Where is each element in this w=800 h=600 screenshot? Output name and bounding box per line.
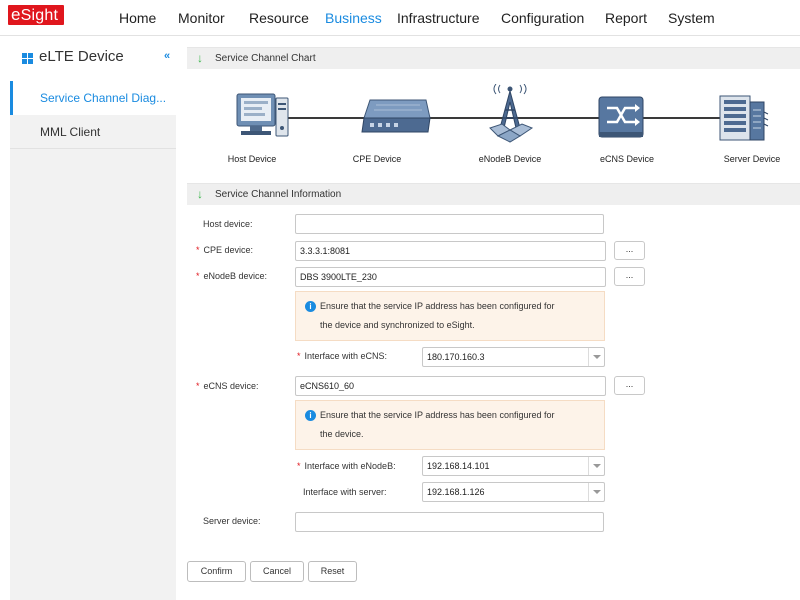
node-label-ecns-device: eCNS Device	[599, 154, 655, 164]
ecns-ip-notice: i Ensure that the service IP address has…	[295, 400, 605, 450]
node-label-cpe-device: CPE Device	[352, 154, 402, 164]
interface-with-server-label: Interface with server:	[303, 487, 387, 497]
required-asterisk: *	[297, 461, 301, 471]
esight-logo[interactable]: eSight	[8, 5, 64, 25]
confirm-button[interactable]: Confirm	[187, 561, 246, 582]
node-label-enodeb-device: eNodeB Device	[478, 154, 542, 164]
selected-value: 192.168.1.126	[427, 487, 485, 497]
chevron-down-icon[interactable]	[588, 457, 604, 475]
section-header-service-channel-chart[interactable]: ↓ Service Channel Chart	[187, 47, 800, 69]
collapse-sidebar-icon[interactable]: «	[164, 50, 170, 62]
expand-arrow-icon[interactable]: ↓	[197, 48, 203, 69]
nav-resource[interactable]: Resource	[249, 0, 309, 36]
nav-infrastructure[interactable]: Infrastructure	[397, 0, 479, 36]
enodeb-device-label-text: eNodeB device:	[203, 271, 268, 281]
interface-with-enodeb-label-text: Interface with eNodeB:	[304, 461, 396, 471]
top-navigation-bar: eSight Home Monitor Resource Business In…	[0, 0, 800, 36]
enodeb-ip-notice: i Ensure that the service IP address has…	[295, 291, 605, 341]
reset-button[interactable]: Reset	[308, 561, 357, 582]
expand-arrow-icon[interactable]: ↓	[197, 184, 203, 205]
ecns-device-label-text: eCNS device:	[203, 381, 259, 391]
required-asterisk: *	[297, 351, 301, 361]
host-device-icon[interactable]	[232, 90, 292, 142]
interface-with-enodeb-select[interactable]: 192.168.14.101	[422, 456, 605, 476]
interface-with-enodeb-label: * Interface with eNodeB:	[297, 461, 396, 471]
notice-line: the device.	[320, 429, 364, 439]
notice-line: Ensure that the service IP address has b…	[320, 410, 555, 420]
cpe-device-label: * CPE device:	[196, 245, 253, 255]
cpe-device-icon[interactable]	[356, 96, 432, 140]
sidebar-item-mml-client[interactable]: MML Client	[10, 115, 176, 149]
selected-value: 192.168.14.101	[427, 461, 490, 471]
enodeb-device-label: * eNodeB device:	[196, 271, 267, 281]
nav-business[interactable]: Business	[325, 0, 382, 36]
section-header-service-channel-information[interactable]: ↓ Service Channel Information	[187, 183, 800, 205]
interface-with-server-select[interactable]: 192.168.1.126	[422, 482, 605, 502]
ecns-device-label: * eCNS device:	[196, 381, 259, 391]
required-asterisk: *	[196, 245, 200, 255]
logo-wordmark: Sight	[20, 7, 59, 24]
required-asterisk: *	[196, 271, 200, 281]
interface-with-ecns-label-text: Interface with eCNS:	[304, 351, 388, 361]
nav-monitor[interactable]: Monitor	[178, 0, 225, 36]
enodeb-device-icon[interactable]	[484, 84, 536, 144]
ecns-device-icon[interactable]	[596, 94, 646, 142]
sidebar-title: eLTE Device	[39, 48, 124, 65]
notice-line: the device and synchronized to eSight.	[320, 320, 475, 330]
enodeb-device-input[interactable]	[295, 267, 606, 287]
section-title: Service Channel Chart	[215, 53, 316, 64]
interface-with-ecns-label: * Interface with eCNS:	[297, 351, 387, 361]
interface-with-ecns-select[interactable]: 180.170.160.3	[422, 347, 605, 367]
cpe-device-browse-button[interactable]: ...	[614, 241, 645, 260]
enodeb-device-browse-button[interactable]: ...	[614, 267, 645, 286]
chevron-down-icon[interactable]	[588, 483, 604, 501]
selected-value: 180.170.160.3	[427, 352, 485, 362]
nav-configuration[interactable]: Configuration	[501, 0, 584, 36]
ecns-device-input[interactable]	[295, 376, 606, 396]
sidebar-header: eLTE Device «	[10, 36, 176, 82]
server-device-input[interactable]	[295, 512, 604, 532]
cpe-device-input[interactable]	[295, 241, 606, 261]
nav-system[interactable]: System	[668, 0, 715, 36]
logo-letter-e: e	[11, 5, 21, 24]
chevron-down-icon[interactable]	[588, 348, 604, 366]
notice-line: Ensure that the service IP address has b…	[320, 301, 555, 311]
info-icon: i	[305, 301, 316, 312]
cancel-button[interactable]: Cancel	[250, 561, 304, 582]
node-label-server-device: Server Device	[723, 154, 781, 164]
host-device-input[interactable]	[295, 214, 604, 234]
required-asterisk: *	[196, 381, 200, 391]
ecns-device-browse-button[interactable]: ...	[614, 376, 645, 395]
server-device-label: Server device:	[203, 516, 261, 526]
sidebar-item-service-channel-diagram[interactable]: Service Channel Diag...	[10, 81, 176, 115]
nav-home[interactable]: Home	[119, 0, 156, 36]
sidebar: eLTE Device « Service Channel Diag... MM…	[10, 36, 176, 600]
cpe-device-label-text: CPE device:	[203, 245, 254, 255]
nav-report[interactable]: Report	[605, 0, 647, 36]
grid-app-icon	[22, 53, 34, 65]
node-label-host-device: Host Device	[227, 154, 277, 164]
section-title: Service Channel Information	[215, 189, 342, 200]
server-device-icon[interactable]	[716, 92, 772, 144]
info-icon: i	[305, 410, 316, 421]
host-device-label: Host device:	[203, 219, 253, 229]
